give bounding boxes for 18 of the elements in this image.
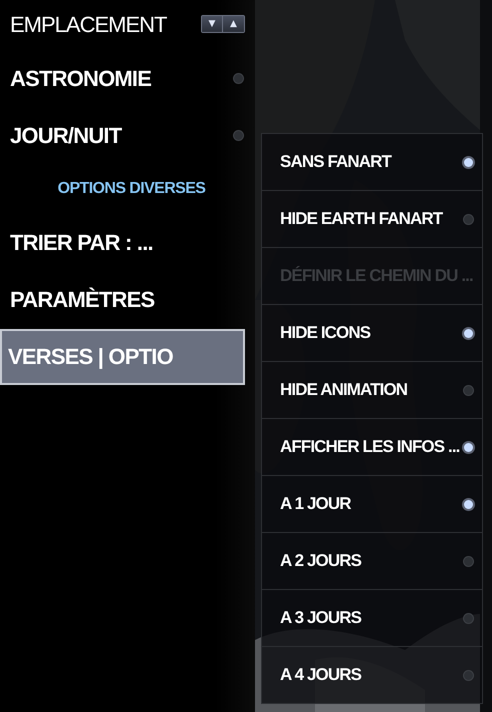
submenu-item[interactable]: HIDE ANIMATION (262, 361, 482, 418)
menu-item[interactable]: ASTRONOMIE (0, 58, 162, 98)
spinner-button[interactable]: ▲ (223, 16, 244, 32)
submenu-item[interactable]: A 4 JOURS (262, 646, 482, 703)
submenu-item[interactable]: A 3 JOURS (262, 589, 482, 646)
spinner-button[interactable]: ▼ (202, 16, 223, 32)
section-header: OPTIONS DIVERSES (56, 179, 206, 199)
menu-item[interactable]: JOUR/NUIT (0, 116, 132, 156)
menu-item[interactable]: EMPLACEMENT (0, 5, 176, 45)
submenu-item[interactable]: HIDE ICONS (262, 304, 482, 361)
submenu-item[interactable]: A 2 JOURS (262, 532, 482, 589)
submenu-item[interactable]: HIDE EARTH FANART (262, 190, 482, 247)
submenu-item[interactable]: SANS FANART (262, 133, 482, 190)
menu-item[interactable]: PARAMÈTRES (0, 280, 164, 320)
menu-item[interactable]: TRIER PAR : ... (0, 222, 163, 262)
menu-item[interactable]: VERSES | OPTIO (0, 328, 245, 384)
submenu-item[interactable]: A 1 JOUR (262, 475, 482, 532)
submenu-item[interactable]: AFFICHER LES INFOS ... (262, 418, 482, 475)
